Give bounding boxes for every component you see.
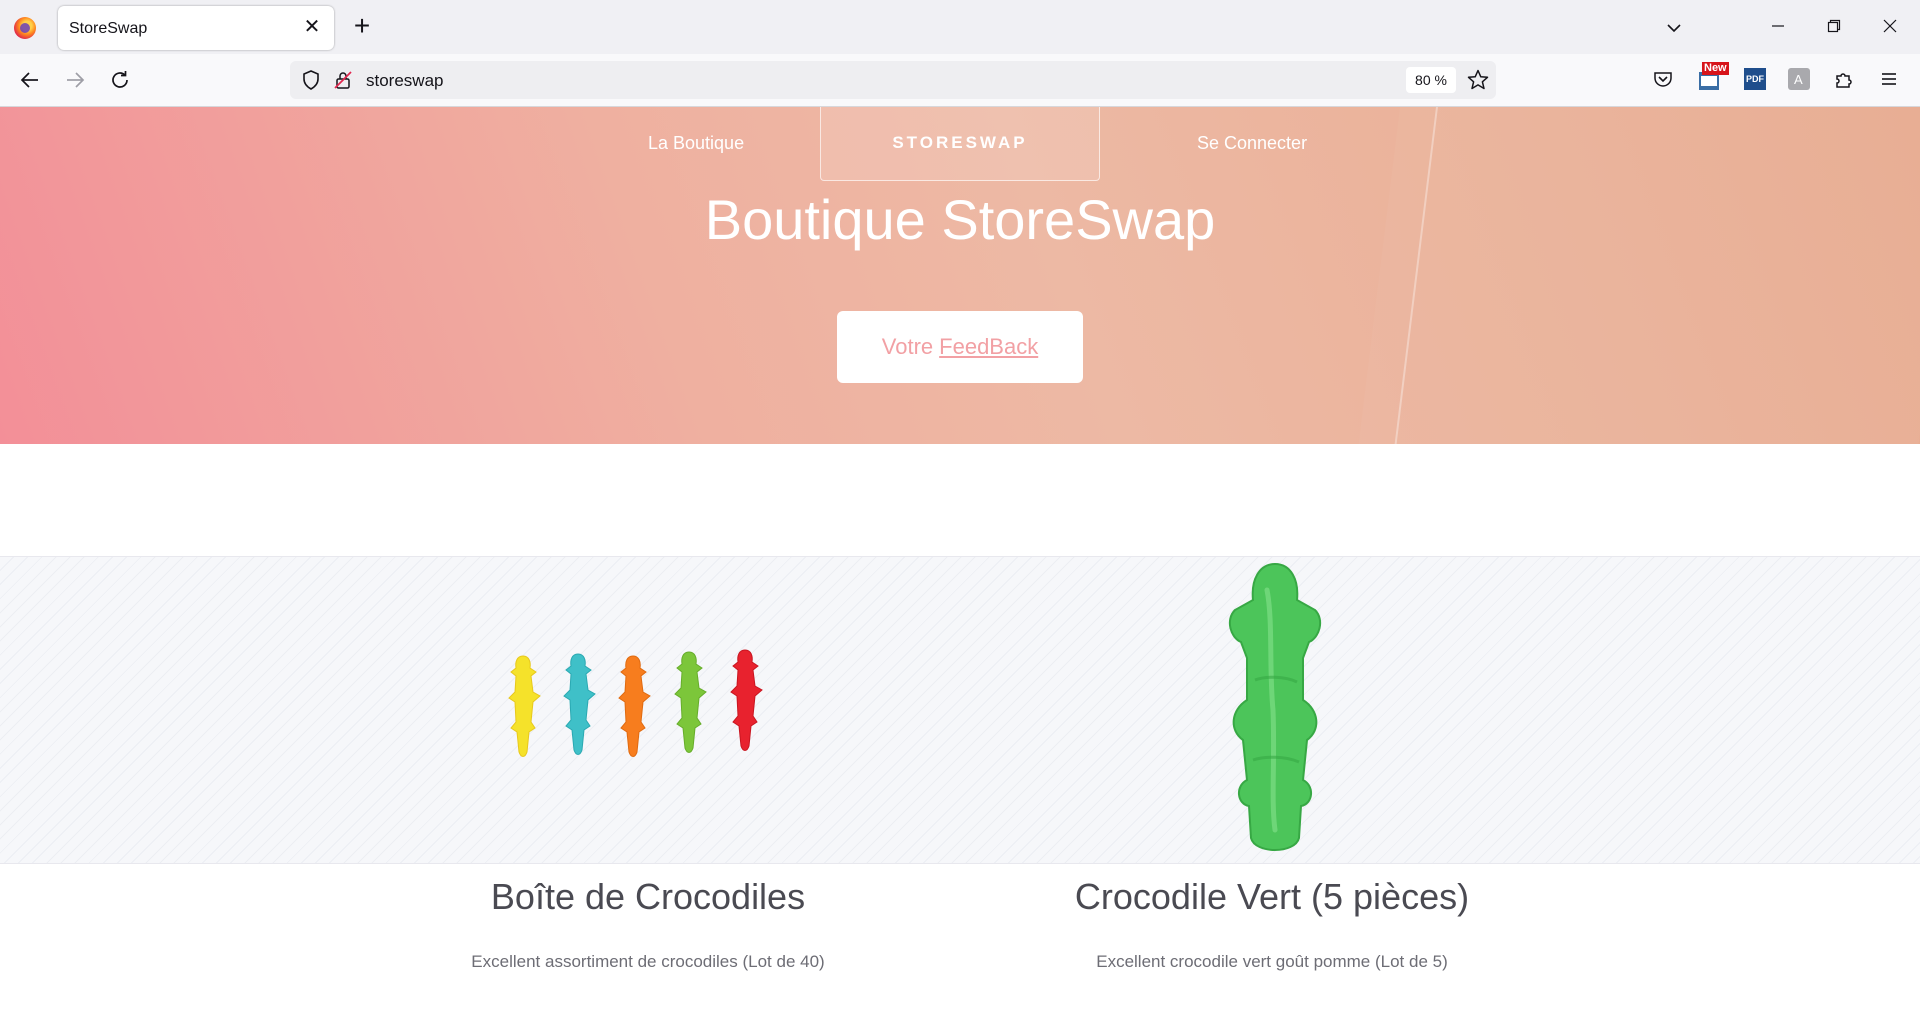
nav-link-login[interactable]: Se Connecter <box>1197 133 1307 154</box>
close-tab-icon[interactable]: ✕ <box>300 15 324 39</box>
new-badge: New <box>1702 62 1729 75</box>
bookmark-star-icon[interactable] <box>1466 68 1490 97</box>
product-description: Excellent assortiment de crocodiles (Lot… <box>471 952 825 971</box>
firefox-icon[interactable] <box>14 17 36 39</box>
nav-link-shop[interactable]: La Boutique <box>648 133 744 154</box>
feedback-prefix: Votre <box>881 334 934 359</box>
back-arrow-icon[interactable] <box>16 66 44 94</box>
browser-navbar: storeswap 80 % New PDF A <box>0 54 1920 107</box>
news-extension-icon[interactable]: New <box>1698 62 1729 90</box>
products-image-band <box>0 556 1920 864</box>
product-title[interactable]: Boîte de Crocodiles <box>348 876 948 918</box>
extensions-puzzle-icon[interactable] <box>1833 68 1855 90</box>
feedback-button[interactable]: Votre FeedBack <box>837 311 1083 383</box>
tab-title: StoreSwap <box>69 20 148 37</box>
product-image-crocodile-box[interactable] <box>505 640 785 770</box>
forward-arrow-icon[interactable] <box>61 66 89 94</box>
brand-logo-box[interactable]: STORESWAP <box>820 107 1100 181</box>
list-tabs-chevron-down-icon[interactable] <box>1660 14 1688 42</box>
hamburger-menu-icon[interactable] <box>1878 68 1900 90</box>
hero-banner: La Boutique STORESWAP Se Connecter Bouti… <box>0 107 1920 444</box>
insecure-lock-icon[interactable] <box>332 69 354 96</box>
extension-icon[interactable]: A <box>1788 68 1810 90</box>
restore-window-button[interactable] <box>1814 12 1854 42</box>
brand-logo: STORESWAP <box>892 133 1028 152</box>
new-tab-button[interactable]: + <box>348 12 376 41</box>
browser-tab[interactable]: StoreSwap ✕ <box>58 6 334 50</box>
shield-icon[interactable] <box>300 69 322 96</box>
hero-decoration <box>1358 107 1920 444</box>
product-image-green-crocodile[interactable] <box>1215 560 1335 860</box>
reload-icon[interactable] <box>106 66 134 94</box>
browser-tabstrip: StoreSwap ✕ + <box>0 0 1920 54</box>
url-text: storeswap <box>366 71 444 90</box>
pdf-extension-icon[interactable]: PDF <box>1744 68 1766 90</box>
minimize-window-button[interactable] <box>1758 12 1798 42</box>
pocket-icon[interactable] <box>1652 68 1674 90</box>
product-description: Excellent crocodile vert goût pomme (Lot… <box>1096 952 1448 971</box>
product-title[interactable]: Crocodile Vert (5 pièces) <box>972 876 1572 918</box>
close-window-button[interactable] <box>1870 12 1910 42</box>
svg-text:A: A <box>1794 72 1803 87</box>
address-bar[interactable]: storeswap 80 % <box>290 61 1496 99</box>
zoom-level-button[interactable]: 80 % <box>1406 67 1456 93</box>
page-title: Boutique StoreSwap <box>704 188 1216 251</box>
feedback-link[interactable]: FeedBack <box>939 334 1038 360</box>
